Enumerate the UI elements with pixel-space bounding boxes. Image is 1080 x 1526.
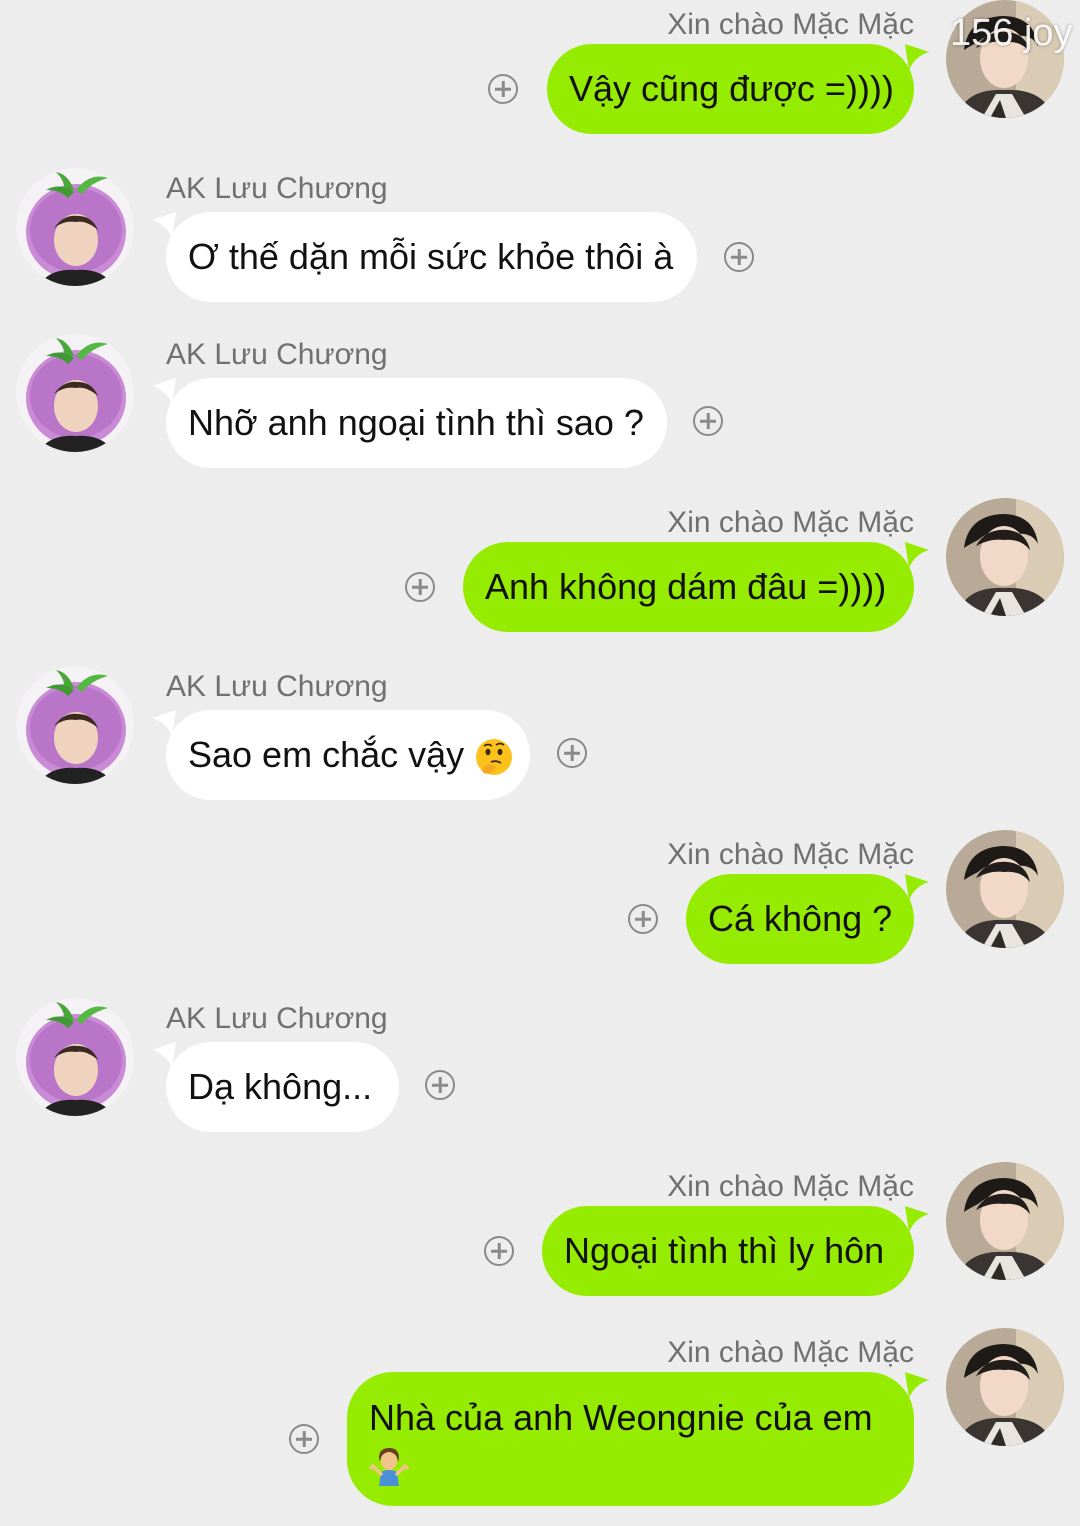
self-avatar[interactable] (946, 830, 1064, 948)
sender-name: AK Lưu Chương (166, 1002, 388, 1035)
message-text: Cá không ? (708, 898, 893, 939)
contact-avatar[interactable] (16, 666, 134, 784)
message-bubble[interactable]: Ngoại tình thì ly hôn (542, 1206, 914, 1296)
message-bubble[interactable]: Sao em chắc vậy (166, 710, 530, 801)
sender-name: AK Lưu Chương (166, 670, 388, 703)
add-reaction-icon[interactable] (628, 904, 658, 934)
sender-name: Xin chào Mặc Mặc (667, 1336, 914, 1369)
message-text: Nhà của anh Weongnie của em (369, 1397, 873, 1438)
add-reaction-icon[interactable] (488, 74, 518, 104)
message-text: Ơ thế dặn mỗi sức khỏe thôi à (188, 236, 674, 277)
message-bubble[interactable]: Nhà của anh Weongnie của em (347, 1372, 914, 1506)
sender-name: Xin chào Mặc Mặc (667, 506, 914, 539)
sender-name: AK Lưu Chương (166, 338, 388, 371)
message-bubble[interactable]: Cá không ? (686, 874, 914, 964)
self-avatar[interactable] (946, 1162, 1064, 1280)
message-text: Dạ không... (188, 1066, 373, 1107)
bubble-tail (905, 44, 929, 70)
message-text: Anh không dám đâu =)))) (485, 566, 887, 607)
message-text: Nhỡ anh ngoại tình thì sao ? (188, 402, 644, 443)
message-text: Vậy cũng được =)))) (569, 68, 894, 109)
thinking-face-icon (474, 737, 514, 777)
message-bubble[interactable]: Ơ thế dặn mỗi sức khỏe thôi à (166, 212, 697, 302)
bubble-tail (905, 874, 929, 900)
message-text: Ngoại tình thì ly hôn (564, 1230, 885, 1271)
add-reaction-icon[interactable] (289, 1424, 319, 1454)
contact-avatar[interactable] (16, 334, 134, 452)
contact-avatar[interactable] (16, 168, 134, 286)
message-bubble[interactable]: Dạ không... (166, 1042, 399, 1132)
person-shrugging-icon (369, 1446, 409, 1486)
sender-name: Xin chào Mặc Mặc (667, 1170, 914, 1203)
add-reaction-icon[interactable] (724, 242, 754, 272)
watermark-text: 156 joy (950, 12, 1073, 54)
bubble-tail (905, 1372, 929, 1398)
bubble-tail (905, 542, 929, 568)
message-bubble[interactable]: Vậy cũng được =)))) (547, 44, 914, 134)
add-reaction-icon[interactable] (484, 1236, 514, 1266)
sender-name: AK Lưu Chương (166, 172, 388, 205)
add-reaction-icon[interactable] (425, 1070, 455, 1100)
bubble-tail (905, 1206, 929, 1232)
message-bubble[interactable]: Nhỡ anh ngoại tình thì sao ? (166, 378, 667, 468)
add-reaction-icon[interactable] (693, 406, 723, 436)
self-avatar[interactable] (946, 498, 1064, 616)
add-reaction-icon[interactable] (405, 572, 435, 602)
sender-name: Xin chào Mặc Mặc (667, 838, 914, 871)
message-text: Sao em chắc vậy (188, 734, 465, 775)
add-reaction-icon[interactable] (557, 738, 587, 768)
message-bubble[interactable]: Anh không dám đâu =)))) (463, 542, 914, 632)
contact-avatar[interactable] (16, 998, 134, 1116)
self-avatar[interactable] (946, 1328, 1064, 1446)
sender-name: Xin chào Mặc Mặc (667, 8, 914, 41)
